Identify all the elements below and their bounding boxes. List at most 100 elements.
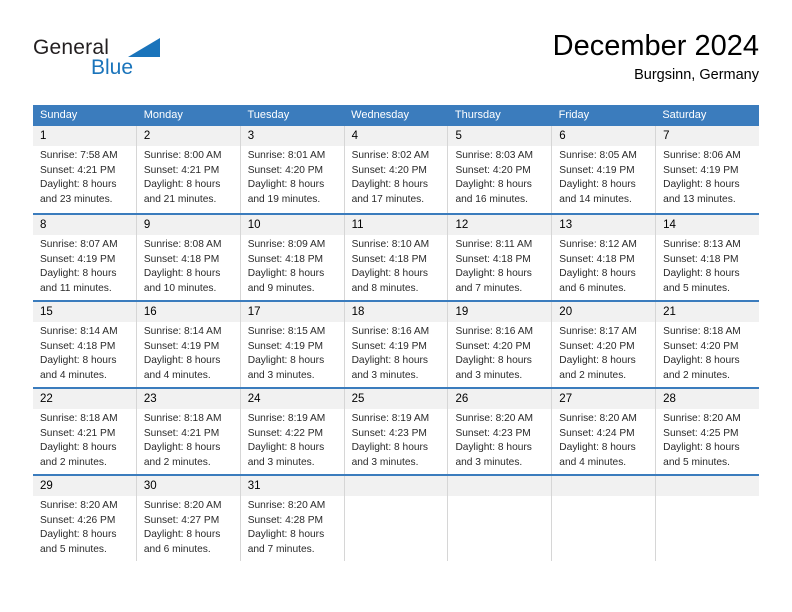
sunset-time: Sunset: 4:22 PM [247, 427, 324, 439]
sunset-time: Sunset: 4:19 PM [559, 164, 635, 176]
sunrise-time: Sunrise: 8:01 AM [247, 150, 326, 161]
daylight-duration-line1: Daylight: 8 hours [455, 268, 532, 280]
calendar-day-cell[interactable]: 6 Sunrise: 8:05 AM Sunset: 4:19 PM Daylight… [552, 126, 657, 213]
day-details: Sunrise: 8:10 AM Sunset: 4:18 PM Daylight:… [345, 235, 448, 296]
daylight-duration-line1: Daylight: 8 hours [40, 442, 117, 454]
calendar-day-cell[interactable]: 30 Sunrise: 8:20 AM Sunset: 4:27 PM Dayligh… [136, 476, 241, 561]
sunrise-time: Sunrise: 8:05 AM [559, 150, 637, 161]
day-details: Sunrise: 8:18 AM Sunset: 4:21 PM Daylight:… [33, 409, 136, 470]
daylight-duration-line1: Daylight: 8 hours [351, 179, 429, 191]
calendar-day-cell[interactable]: 9 Sunrise: 8:08 AM Sunset: 4:18 PM Daylight… [136, 215, 241, 300]
calendar-day-cell[interactable]: 5 Sunrise: 8:03 AM Sunset: 4:20 PM Daylight… [448, 126, 553, 213]
calendar-day-cell[interactable]: 1 Sunrise: 7:58 AM Sunset: 4:21 PM Daylight… [33, 126, 137, 213]
calendar-day-cell[interactable]: 22 Sunrise: 8:18 AM Sunset: 4:21 PM Dayligh… [33, 389, 137, 474]
sunset-time: Sunset: 4:19 PM [351, 340, 427, 352]
day-number: 16 [136, 302, 240, 322]
sunset-time: Sunset: 4:26 PM [40, 514, 116, 526]
day-number: 2 [136, 126, 240, 146]
sunset-time: Sunset: 4:21 PM [40, 427, 116, 439]
day-details: Sunrise: 8:14 AM Sunset: 4:18 PM Daylight:… [33, 322, 136, 383]
calendar-day-cell[interactable]: 18 Sunrise: 8:16 AM Sunset: 4:19 PM Dayligh… [344, 302, 449, 387]
page-title: December 2024 [552, 30, 759, 62]
day-details: Sunrise: 8:16 AM Sunset: 4:20 PM Daylight:… [448, 322, 551, 383]
sunrise-time: Sunrise: 8:07 AM [40, 239, 118, 250]
calendar-day-cell[interactable]: 26 Sunrise: 8:20 AM Sunset: 4:23 PM Dayligh… [448, 389, 553, 474]
calendar-day-cell[interactable]: 19 Sunrise: 8:16 AM Sunset: 4:20 PM Dayligh… [448, 302, 553, 387]
sunrise-time: Sunrise: 8:12 AM [559, 239, 637, 250]
daylight-duration-line2: and 5 minutes. [663, 282, 730, 294]
daylight-duration-line2: and 9 minutes. [247, 282, 315, 294]
daylight-duration-line2: and 4 minutes. [40, 369, 107, 381]
day-details: Sunrise: 8:07 AM Sunset: 4:19 PM Daylight:… [33, 235, 136, 296]
sunset-time: Sunset: 4:19 PM [663, 164, 739, 176]
daylight-duration-line1: Daylight: 8 hours [559, 179, 636, 191]
day-number: 31 [240, 476, 344, 496]
sunset-time: Sunset: 4:21 PM [143, 164, 220, 176]
page-subtitle-location: Burgsinn, Germany [634, 67, 759, 83]
calendar-day-cell[interactable]: 13 Sunrise: 8:12 AM Sunset: 4:18 PM Dayligh… [552, 215, 657, 300]
sunset-time: Sunset: 4:20 PM [455, 340, 531, 352]
sunset-time: Sunset: 4:21 PM [143, 427, 220, 439]
calendar-day-cell[interactable]: 4 Sunrise: 8:02 AM Sunset: 4:20 PM Daylight… [344, 126, 449, 213]
calendar-day-cell[interactable]: 27 Sunrise: 8:20 AM Sunset: 4:24 PM Dayligh… [552, 389, 657, 474]
sunset-time: Sunset: 4:23 PM [351, 427, 427, 439]
sunrise-time: Sunrise: 8:16 AM [351, 326, 430, 337]
general-blue-logo[interactable]: General Blue [33, 36, 233, 92]
calendar-day-cell[interactable]: 21 Sunrise: 8:18 AM Sunset: 4:20 PM Dayligh… [656, 302, 760, 387]
calendar-day-cell-empty [656, 476, 760, 561]
day-number: 19 [448, 302, 552, 322]
calendar-day-cell[interactable]: 8 Sunrise: 8:07 AM Sunset: 4:19 PM Daylight… [33, 215, 137, 300]
sunrise-time: Sunrise: 8:18 AM [143, 413, 222, 424]
calendar-day-cell[interactable]: 3 Sunrise: 8:01 AM Sunset: 4:20 PM Daylight… [240, 126, 345, 213]
sunrise-time: Sunrise: 8:20 AM [247, 500, 326, 511]
day-number [448, 476, 552, 496]
calendar-day-cell[interactable]: 2 Sunrise: 8:00 AM Sunset: 4:21 PM Daylight… [136, 126, 241, 213]
calendar-page: General Blue December 2024 Burgsinn, Ger… [0, 0, 792, 612]
weekday-header-friday: Friday [558, 109, 590, 121]
day-details: Sunrise: 8:01 AM Sunset: 4:20 PM Daylight:… [241, 146, 344, 207]
calendar-day-cell[interactable]: 20 Sunrise: 8:17 AM Sunset: 4:20 PM Dayligh… [552, 302, 657, 387]
calendar-day-cell[interactable]: 31 Sunrise: 8:20 AM Sunset: 4:28 PM Dayligh… [240, 476, 345, 561]
sunrise-time: Sunrise: 8:06 AM [663, 150, 741, 161]
day-details: Sunrise: 8:19 AM Sunset: 4:22 PM Daylight:… [241, 409, 344, 470]
calendar-day-cell[interactable]: 29 Sunrise: 8:20 AM Sunset: 4:26 PM Dayligh… [33, 476, 137, 561]
sunset-time: Sunset: 4:18 PM [40, 340, 116, 352]
calendar-day-cell[interactable]: 11 Sunrise: 8:10 AM Sunset: 4:18 PM Dayligh… [344, 215, 449, 300]
calendar-day-cell[interactable]: 17 Sunrise: 8:15 AM Sunset: 4:19 PM Dayligh… [240, 302, 345, 387]
daylight-duration-line1: Daylight: 8 hours [559, 355, 636, 367]
daylight-duration-line1: Daylight: 8 hours [559, 442, 636, 454]
day-number: 20 [552, 302, 656, 322]
day-number: 8 [33, 215, 136, 235]
daylight-duration-line1: Daylight: 8 hours [143, 529, 221, 541]
daylight-duration-line2: and 7 minutes. [455, 282, 523, 294]
day-details [448, 496, 551, 499]
calendar-day-cell[interactable]: 24 Sunrise: 8:19 AM Sunset: 4:22 PM Dayligh… [240, 389, 345, 474]
sunrise-time: Sunrise: 8:08 AM [143, 239, 222, 250]
calendar-day-cell[interactable]: 10 Sunrise: 8:09 AM Sunset: 4:18 PM Dayligh… [240, 215, 345, 300]
day-number: 25 [344, 389, 448, 409]
calendar-day-cell-empty [448, 476, 553, 561]
calendar-day-cell[interactable]: 16 Sunrise: 8:14 AM Sunset: 4:19 PM Dayligh… [136, 302, 241, 387]
sunrise-time: Sunrise: 8:20 AM [143, 500, 222, 511]
daylight-duration-line1: Daylight: 8 hours [40, 179, 117, 191]
day-details: Sunrise: 8:20 AM Sunset: 4:25 PM Daylight:… [656, 409, 759, 470]
daylight-duration-line2: and 3 minutes. [247, 369, 315, 381]
sunrise-time: Sunrise: 8:10 AM [351, 239, 430, 250]
calendar-day-cell[interactable]: 28 Sunrise: 8:20 AM Sunset: 4:25 PM Dayligh… [656, 389, 760, 474]
daylight-duration-line2: and 6 minutes. [559, 282, 627, 294]
day-number: 15 [33, 302, 136, 322]
sunrise-time: Sunrise: 8:14 AM [40, 326, 118, 337]
daylight-duration-line2: and 2 minutes. [559, 369, 627, 381]
sunset-time: Sunset: 4:20 PM [455, 164, 531, 176]
calendar-day-cell[interactable]: 15 Sunrise: 8:14 AM Sunset: 4:18 PM Dayligh… [33, 302, 137, 387]
calendar-day-cell[interactable]: 23 Sunrise: 8:18 AM Sunset: 4:21 PM Dayligh… [136, 389, 241, 474]
sunset-time: Sunset: 4:27 PM [143, 514, 220, 526]
day-details: Sunrise: 8:18 AM Sunset: 4:20 PM Daylight:… [656, 322, 759, 383]
daylight-duration-line2: and 13 minutes. [663, 193, 736, 205]
calendar-day-cell[interactable]: 7 Sunrise: 8:06 AM Sunset: 4:19 PM Daylight… [656, 126, 760, 213]
calendar-day-cell[interactable]: 25 Sunrise: 8:19 AM Sunset: 4:23 PM Dayligh… [344, 389, 449, 474]
daylight-duration-line2: and 4 minutes. [143, 369, 211, 381]
calendar-day-cell[interactable]: 14 Sunrise: 8:13 AM Sunset: 4:18 PM Dayligh… [656, 215, 760, 300]
calendar-day-cell[interactable]: 12 Sunrise: 8:11 AM Sunset: 4:18 PM Dayligh… [448, 215, 553, 300]
sunrise-time: Sunrise: 8:00 AM [143, 150, 222, 161]
